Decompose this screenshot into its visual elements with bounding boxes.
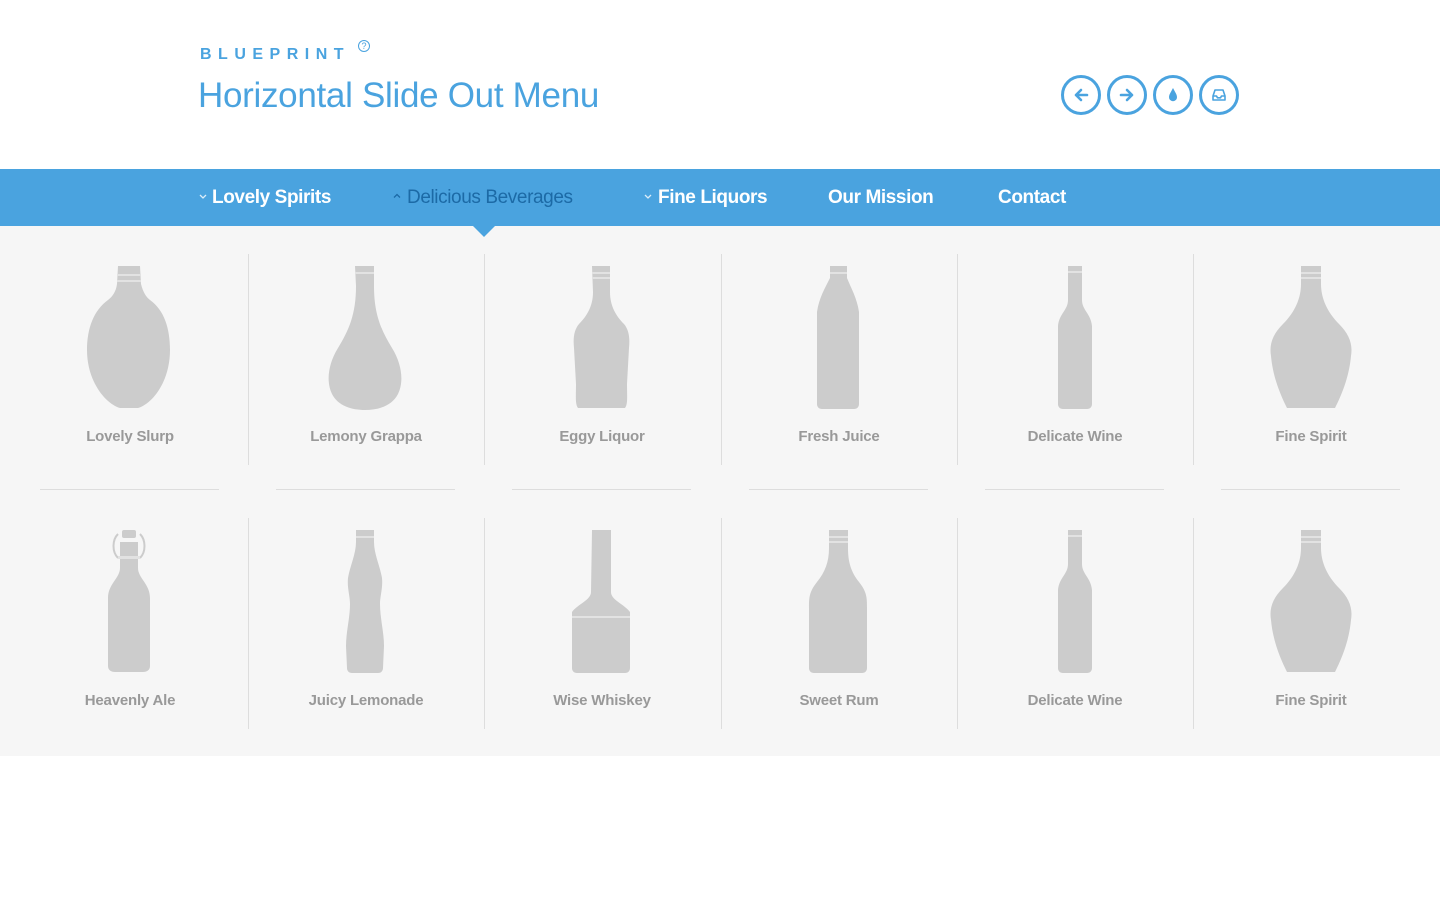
product-delicate-wine[interactable]: Delicate Wine bbox=[957, 518, 1193, 730]
brand-info-icon[interactable]: ? bbox=[358, 40, 370, 52]
whiskey-bottle-icon bbox=[572, 530, 630, 673]
product-label: Juicy Lemonade bbox=[308, 692, 424, 709]
product-delicate-wine[interactable]: Delicate Wine bbox=[957, 254, 1193, 466]
product-fresh-juice[interactable]: Fresh Juice bbox=[721, 254, 957, 466]
product-lemony-grappa[interactable]: Lemony Grappa bbox=[248, 254, 484, 466]
brand-logo[interactable]: BLUEPRINT bbox=[200, 46, 350, 64]
nav-item-contact[interactable]: Contact bbox=[998, 169, 1066, 226]
arrow-right-icon bbox=[1119, 88, 1134, 102]
product-label: Fine Spirit bbox=[1275, 428, 1347, 445]
product-eggy-liquor[interactable]: Eggy Liquor bbox=[484, 254, 720, 466]
nav-item-label: Delicious Beverages bbox=[407, 187, 573, 208]
chevron-down-icon bbox=[644, 194, 652, 199]
nav-item-our-mission[interactable]: Our Mission bbox=[828, 169, 934, 226]
product-label: Lovely Slurp bbox=[86, 428, 174, 445]
product-label: Fresh Juice bbox=[798, 428, 880, 445]
row-divider bbox=[1221, 489, 1400, 490]
row-divider bbox=[276, 489, 455, 490]
product-label: Lemony Grappa bbox=[310, 428, 422, 445]
nav-item-label: Fine Liquors bbox=[658, 187, 768, 208]
round-bottle-icon bbox=[87, 266, 170, 408]
inbox-icon bbox=[1212, 89, 1226, 101]
row-divider bbox=[512, 489, 691, 490]
page-title: Horizontal Slide Out Menu bbox=[198, 76, 600, 115]
product-label: Sweet Rum bbox=[799, 692, 879, 709]
active-menu-pointer bbox=[473, 226, 495, 237]
nav-item-label: Our Mission bbox=[828, 187, 934, 208]
product-label: Heavenly Ale bbox=[84, 692, 176, 709]
decanter-bottle-icon bbox=[1270, 266, 1352, 408]
row-divider bbox=[749, 489, 928, 490]
nav-item-label: Contact bbox=[998, 187, 1066, 208]
arrow-left-icon bbox=[1074, 88, 1089, 102]
product-label: Delicate Wine bbox=[1027, 692, 1123, 709]
rum-bottle-icon bbox=[809, 530, 867, 673]
product-label: Eggy Liquor bbox=[559, 428, 645, 445]
juice-bottle-icon bbox=[817, 266, 859, 409]
product-label: Wise Whiskey bbox=[553, 692, 651, 709]
teardrop-bottle-icon bbox=[328, 266, 402, 410]
product-lovely-slurp[interactable]: Lovely Slurp bbox=[12, 254, 248, 466]
drop-icon bbox=[1169, 88, 1177, 102]
previous-demo-button[interactable] bbox=[1061, 75, 1101, 115]
decanter-bottle-icon bbox=[1270, 530, 1352, 672]
chevron-down-icon bbox=[199, 194, 207, 199]
product-fine-spirit[interactable]: Fine Spirit bbox=[1193, 518, 1429, 730]
nav-item-lovely-spirits[interactable]: Lovely Spirits bbox=[198, 169, 331, 226]
soda-bottle-icon bbox=[346, 530, 384, 673]
liqueur-bottle-icon bbox=[573, 266, 630, 408]
nav-item-delicious-beverages[interactable]: Delicious Beverages bbox=[392, 169, 573, 226]
page-header: BLUEPRINT ? Horizontal Slide Out Menu bbox=[0, 0, 1440, 169]
product-heavenly-ale[interactable]: Heavenly Ale bbox=[12, 518, 248, 730]
chevron-up-icon bbox=[393, 193, 401, 198]
product-label: Delicate Wine bbox=[1027, 428, 1123, 445]
main-navigation: Lovely Spirits Delicious Beverages Fine … bbox=[0, 169, 1440, 226]
product-wise-whiskey[interactable]: Wise Whiskey bbox=[484, 518, 720, 730]
drop-button[interactable] bbox=[1153, 75, 1193, 115]
wine-bottle-icon bbox=[1058, 530, 1092, 673]
nav-item-label: Lovely Spirits bbox=[212, 187, 331, 208]
product-juicy-lemonade[interactable]: Juicy Lemonade bbox=[248, 518, 484, 730]
product-label: Fine Spirit bbox=[1275, 692, 1347, 709]
submenu-panel: Lovely Slurp Lemony Grappa Eggy Liquor F… bbox=[0, 226, 1440, 756]
nav-item-fine-liquors[interactable]: Fine Liquors bbox=[643, 169, 768, 226]
row-divider bbox=[985, 489, 1164, 490]
inbox-button[interactable] bbox=[1199, 75, 1239, 115]
next-demo-button[interactable] bbox=[1107, 75, 1147, 115]
product-sweet-rum[interactable]: Sweet Rum bbox=[721, 518, 957, 730]
product-fine-spirit[interactable]: Fine Spirit bbox=[1193, 254, 1429, 466]
row-divider bbox=[40, 489, 219, 490]
swing-top-bottle-icon bbox=[108, 530, 150, 672]
wine-bottle-icon bbox=[1058, 266, 1092, 409]
